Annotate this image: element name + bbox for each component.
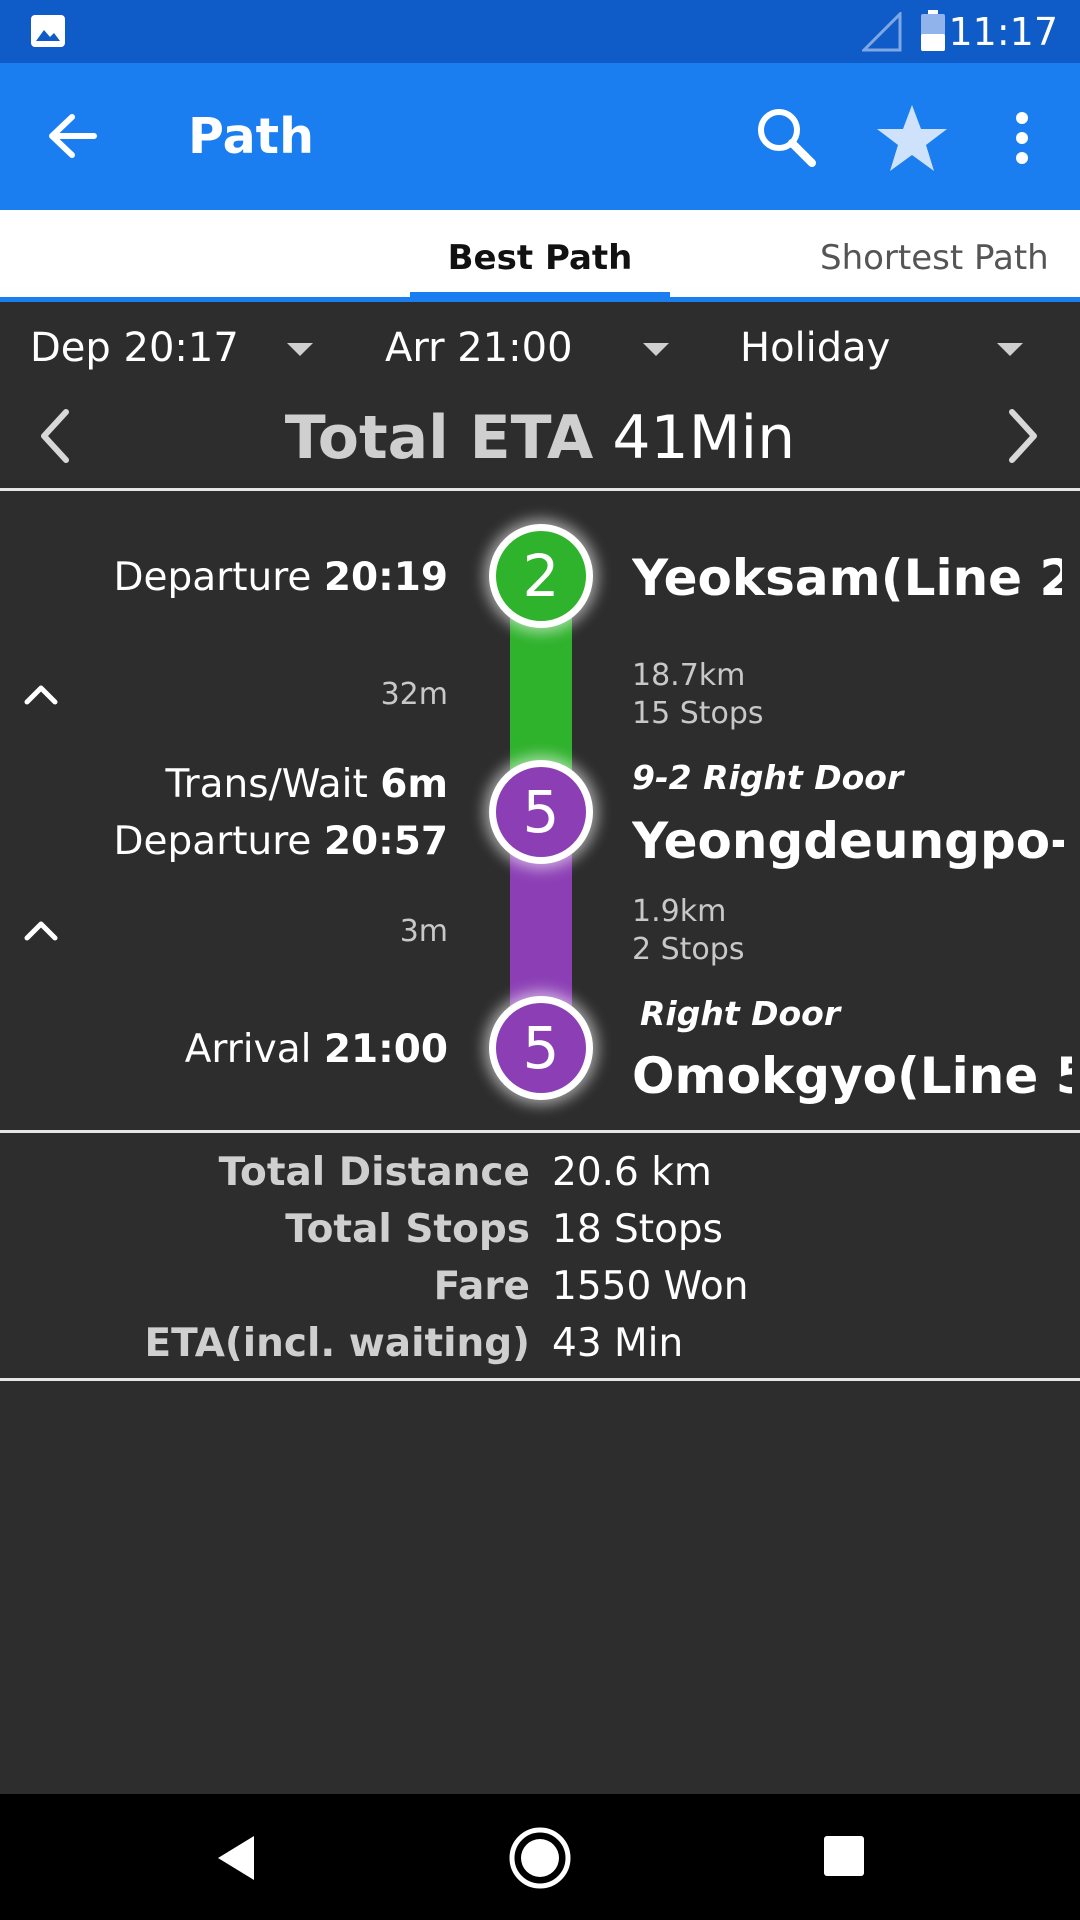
star-icon[interactable] [876,103,948,177]
arrival-label: Arrival [184,1027,312,1072]
departure-label: Departure [113,819,312,864]
segment-duration: 32m [380,677,448,712]
arrival-time-value: 21:00 [323,1027,448,1072]
tab-best-path[interactable]: Best Path [410,210,670,302]
door-info: Right Door [640,994,841,1033]
departure-time-1: Departure 20:19 [114,555,448,601]
tab-bar: Best Path Shortest Path [0,210,1080,302]
chevron-down-icon[interactable] [643,343,669,356]
summary-value: 18 Stops [552,1207,724,1252]
arrival-selector[interactable]: Arr 21:00 [385,322,573,374]
divider [0,1130,1080,1133]
segment-stops: 2 Stops [632,932,745,967]
home-circle-icon[interactable] [508,1826,572,1894]
more-vert-icon[interactable] [1012,111,1032,169]
signal-icon [860,10,902,56]
station-name[interactable]: Yeoksam(Line 2) [632,548,1062,608]
day-type-selector[interactable]: Holiday [740,322,890,374]
search-icon[interactable] [754,105,818,173]
chevron-up-icon[interactable] [22,682,60,710]
station-name[interactable]: Yeongdeungpo-gu [632,811,1064,871]
chevron-down-icon[interactable] [997,343,1023,356]
total-eta: Total ETA 41Min [0,400,1080,476]
summary-value: 20.6 km [552,1150,712,1195]
summary-value: 43 Min [552,1321,684,1366]
divider [0,488,1080,491]
departure-label: Departure [113,555,312,600]
eta-value: 41Min [612,403,796,473]
tab-divider [0,297,1080,302]
chevron-right-icon[interactable] [1006,408,1042,468]
recents-square-icon[interactable] [822,1834,866,1882]
segment-stops: 15 Stops [632,696,764,731]
divider [0,1378,1080,1381]
summary-label: Total Stops [285,1207,530,1252]
departure-time: 20:19 [323,555,448,600]
transfer-wait: Trans/Wait 6m [166,762,448,808]
summary-value: 1550 Won [552,1264,749,1309]
line-badge: 5 [489,760,593,864]
segment-duration: 3m [399,914,448,949]
page-title: Path [188,108,314,165]
tab-shortest-path[interactable]: Shortest Path [820,210,1080,302]
transfer-time: 6m [380,762,448,807]
station-name[interactable]: Omokgyo(Line 5) [632,1046,1072,1106]
chevron-down-icon[interactable] [287,343,313,356]
segment-distance: 1.9km [632,894,727,929]
line-badge: 2 [489,524,593,628]
status-time: 11:17 [948,10,1058,54]
chevron-up-icon[interactable] [22,918,60,946]
summary-label: Total Distance [218,1150,530,1195]
battery-icon [920,10,946,56]
back-arrow-icon[interactable] [44,111,100,165]
departure-time: 20:57 [323,819,448,864]
summary-label: Fare [433,1264,530,1309]
departure-time-2: Departure 20:57 [114,819,448,865]
status-bar: 11:17 [0,0,1080,63]
segment-distance: 18.7km [632,658,746,693]
eta-label: Total ETA [284,403,594,473]
image-icon [30,14,66,52]
back-triangle-icon[interactable] [214,1834,258,1886]
line-badge: 5 [489,996,593,1100]
summary-label: ETA(incl. waiting) [144,1321,530,1366]
arrival-time: Arrival 21:00 [185,1027,448,1073]
app-bar: Path [0,63,1080,210]
transfer-label: Trans/Wait [165,762,368,807]
door-info: 9-2 Right Door [632,758,904,797]
navigation-bar [0,1794,1080,1920]
departure-selector[interactable]: Dep 20:17 [30,322,239,374]
